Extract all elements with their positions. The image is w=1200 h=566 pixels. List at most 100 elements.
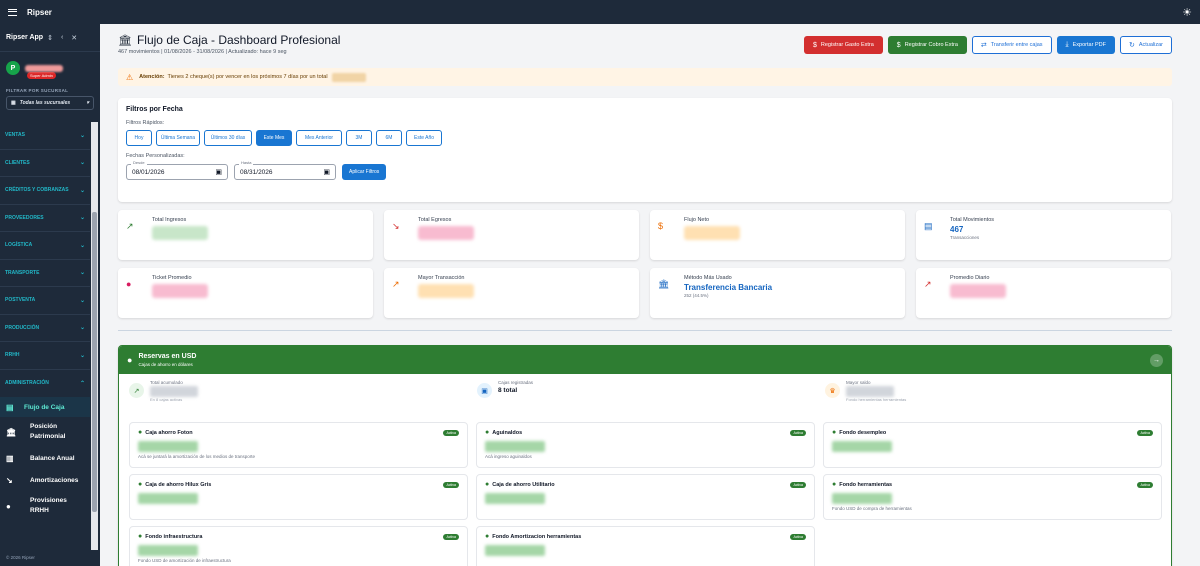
sidebar-item-posicion-patrimonial[interactable]: 🏛 Posición Patrimonial [0, 417, 90, 447]
export-pdf-button[interactable]: ⤓ Exportar PDF [1056, 36, 1115, 54]
chevron-down-icon: ⌄ [79, 215, 85, 222]
reserve-box[interactable]: ● Caja de ahorro Hilux Gris Activa [129, 474, 468, 520]
register-expense-button[interactable]: $ Registrar Gasto Extra [804, 36, 883, 54]
group-label: CRÉDITOS Y COBRANZAS [5, 187, 69, 194]
stat-value-blurred [684, 226, 740, 240]
avatar[interactable]: P [6, 61, 20, 75]
status-badge: Activa [790, 534, 806, 540]
piggy-icon: ● [138, 481, 143, 488]
status-badge: Activa [443, 430, 459, 436]
warning-icon: ⚠ [126, 72, 134, 82]
refresh-button[interactable]: ↻ Actualizar [1119, 36, 1172, 54]
apply-filters-button[interactable]: Aplicar Filtros [342, 164, 387, 180]
box-value-blurred [138, 545, 198, 556]
trend-up-icon: ↗ [126, 221, 134, 231]
sidebar-group-ventas[interactable]: VENTAS ⌄ [0, 122, 90, 150]
stat-label: Mayor Transacción [418, 275, 465, 281]
refresh-icon: ↻ [1128, 42, 1135, 49]
chevron-down-icon: ⌄ [79, 160, 85, 167]
sidebar-item-flujo-de-caja[interactable]: ▤ Flujo de Caja [0, 397, 90, 417]
collapse-icon[interactable]: ‹ [61, 34, 63, 41]
sidebar-item-label: Amortizaciones [30, 476, 79, 484]
sidebar-group-clientes[interactable]: CLIENTES ⌄ [0, 150, 90, 177]
arrow-right-icon[interactable]: → [1150, 353, 1163, 367]
scrollbar-thumb[interactable] [92, 212, 97, 512]
sidebar-item-balance-anual[interactable]: ▥ Balance Anual [0, 447, 90, 469]
stat-label: Ticket Promedio [152, 275, 192, 281]
stat-label: Total Egresos [418, 217, 452, 223]
chip-ultima-semana[interactable]: Última Semana [156, 130, 200, 146]
reserve-box[interactable]: ● Fondo infraestructura Activa Fondo USD … [129, 526, 468, 566]
reserve-box[interactable]: ● Fondo herramientas Activa Fondo USD de … [823, 474, 1162, 520]
sidebar-scrollbar[interactable] [91, 122, 98, 550]
group-label: TRANSPORTE [5, 269, 40, 276]
chip-este-ano[interactable]: Este Año [406, 130, 442, 146]
piggy-icon: ● [485, 481, 490, 488]
sidebar-group-logistica[interactable]: LOGÍSTICA ⌄ [0, 232, 90, 260]
trend-up-icon: ↗ [129, 383, 144, 398]
chevron-down-icon: ⌄ [79, 132, 85, 139]
reserve-box[interactable]: ● Aguinaldos Activa Acá ingreso aguinaldo… [476, 422, 815, 468]
close-icon[interactable]: ✕ [71, 34, 77, 42]
sidebar-item-label: Provisiones RRHH [30, 497, 67, 514]
box-value-blurred [485, 493, 545, 504]
calendar-icon[interactable]: ▣ [215, 168, 222, 176]
page-title-row: 🏛 Flujo de Caja - Dashboard Profesional [118, 33, 340, 47]
sidebar-group-proveedores[interactable]: PROVEEDORES ⌄ [0, 205, 90, 232]
bank-icon: 🏛 [6, 427, 17, 437]
theme-toggle-icon[interactable]: ☀ [1182, 6, 1192, 19]
stat-label: Total Ingresos [152, 217, 187, 223]
sidebar-group-transporte[interactable]: TRANSPORTE ⌄ [0, 260, 90, 287]
box-value-blurred [832, 441, 892, 452]
stat-total-ingresos: ↗ Total Ingresos [118, 210, 373, 260]
chip-este-mes[interactable]: Este Mes [256, 130, 292, 146]
sidebar-group-creditos[interactable]: CRÉDITOS Y COBRANZAS ⌄ [0, 177, 90, 205]
custom-dates: Desde 08/01/2026 ▣ Hasta 08/31/2026 ▣ Ap… [126, 160, 1164, 180]
chevron-down-icon: ⌄ [79, 270, 85, 277]
sidebar-item-label: Flujo de Caja [24, 403, 65, 411]
chip-mes-anterior[interactable]: Mes Anterior [296, 130, 342, 146]
date-from-label: Desde [131, 160, 147, 165]
branch-select[interactable]: ▦ Todas las sucursales ▾ [6, 96, 94, 110]
sidebar-group-administracion[interactable]: ADMINISTRACIÓN ⌃ [0, 370, 90, 398]
stat-mayor-transaccion: ↗ Mayor Transacción [384, 268, 639, 318]
date-from-field[interactable]: Desde 08/01/2026 ▣ [126, 160, 228, 180]
user-name-blurred [25, 64, 63, 72]
alert-strong: Atención: [139, 74, 165, 80]
reserve-box[interactable]: ● Caja de ahorro Utilitario Activa [476, 474, 815, 520]
box-name: Caja de ahorro Hilux Gris [145, 481, 212, 488]
chip-hoy[interactable]: Hoy [126, 130, 152, 146]
sidebar: Ripser App ⇕ ‹ ✕ P Super Admin FILTRAR P… [0, 24, 100, 566]
date-to-field[interactable]: Hasta 08/31/2026 ▣ [234, 160, 336, 180]
chevron-down-icon: ⌄ [79, 297, 85, 304]
stat-label: Método Más Usado [684, 275, 732, 281]
transfer-button[interactable]: ⇄ Transferir entre cajas [971, 36, 1052, 54]
unfold-icon[interactable]: ⇕ [47, 34, 53, 42]
box-name: Fondo infraestructura [145, 533, 203, 540]
sidebar-group-rrhh[interactable]: RRHH ⌄ [0, 342, 90, 370]
sidebar-item-amortizaciones[interactable]: ↘ Amortizaciones [0, 469, 90, 491]
stat-sub: 252 (44.5%) [684, 293, 709, 298]
summary-label: Mayor saldo [846, 380, 871, 385]
sidebar-group-produccion[interactable]: PRODUCCIÓN ⌄ [0, 315, 90, 342]
top-app-bar: Ripser ☀ [0, 0, 1200, 24]
sidebar-item-provisiones-rrhh[interactable]: ● Provisiones RRHH [0, 491, 90, 521]
reserve-box[interactable]: ● Caja ahorro Foton Activa Acá se juntará… [129, 422, 468, 468]
chip-6m[interactable]: 6M [376, 130, 402, 146]
piggy-icon: ● [138, 429, 143, 436]
box-value-blurred [485, 441, 545, 452]
reserve-box[interactable]: ● Fondo desempleo Activa [823, 422, 1162, 468]
summary-value-blurred [846, 386, 894, 397]
sidebar-group-postventa[interactable]: POSTVENTA ⌄ [0, 287, 90, 315]
app-name: Ripser App [6, 34, 44, 41]
reserves-header: ● Reservas en USD Cajas de ahorro en dól… [119, 346, 1171, 374]
chip-ultimos-30[interactable]: Últimos 30 días [204, 130, 252, 146]
chip-3m[interactable]: 3M [346, 130, 372, 146]
menu-icon[interactable] [8, 8, 17, 16]
status-badge: Activa [443, 482, 459, 488]
register-income-button[interactable]: $ Registrar Cobro Extra [887, 36, 967, 54]
reserve-box[interactable]: ● Fondo Amortizacion herramientas Activa [476, 526, 815, 566]
button-label: Transferir entre cajas [990, 42, 1043, 48]
custom-dates-label: Fechas Personalizadas: [126, 153, 185, 159]
calendar-icon[interactable]: ▣ [323, 168, 330, 176]
